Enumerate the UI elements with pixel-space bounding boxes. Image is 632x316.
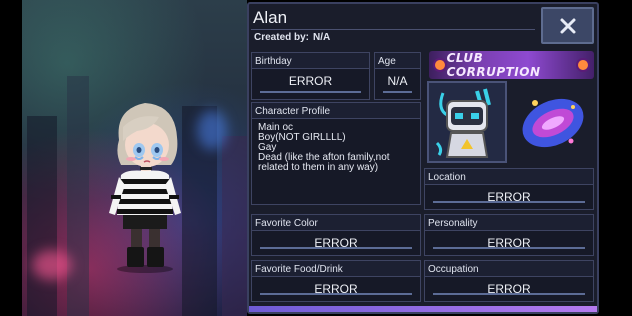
letterbox-left bbox=[0, 0, 22, 316]
personality-label: Personality bbox=[425, 215, 593, 231]
favorite-food-label: Favorite Food/Drink bbox=[252, 261, 420, 277]
club-emblem-icon bbox=[576, 58, 590, 72]
favorite-food-field: Favorite Food/Drink ERROR bbox=[251, 260, 421, 302]
character-profile-text: Main oc Boy(NOT GIRLLLL) Gay Dead (like … bbox=[258, 122, 390, 173]
age-field: Age N/A bbox=[374, 52, 421, 100]
location-label: Location bbox=[425, 169, 593, 185]
panel-bottom-accent bbox=[249, 306, 597, 312]
letterbox-right bbox=[610, 0, 632, 316]
field-underline bbox=[433, 247, 585, 249]
favorite-color-field: Favorite Color ERROR bbox=[251, 214, 421, 256]
field-underline bbox=[433, 293, 585, 295]
club-banner[interactable]: CLUB CORRUPTION bbox=[429, 51, 594, 79]
close-button[interactable] bbox=[541, 7, 594, 44]
birthday-label: Birthday bbox=[252, 53, 369, 69]
title-divider bbox=[251, 29, 535, 30]
location-field: Location ERROR bbox=[424, 168, 594, 210]
close-icon bbox=[560, 18, 575, 33]
portal-ring-icon bbox=[522, 98, 584, 148]
item-card[interactable] bbox=[513, 81, 593, 163]
club-name: CLUB CORRUPTION bbox=[446, 51, 541, 79]
birthday-field: Birthday ERROR bbox=[251, 52, 370, 100]
field-underline bbox=[260, 293, 412, 295]
character-avatar[interactable] bbox=[97, 95, 192, 275]
character-name: Alan bbox=[253, 8, 288, 27]
neon-glow bbox=[32, 250, 72, 280]
character-info-panel: Alan Created by: N/A Birthday ERROR Age … bbox=[247, 2, 599, 314]
occupation-field: Occupation ERROR bbox=[424, 260, 594, 302]
field-underline bbox=[260, 91, 361, 93]
neon-glow bbox=[197, 110, 227, 150]
character-profile-label: Character Profile bbox=[252, 103, 420, 119]
character-profile-field[interactable]: Character Profile Main oc Boy(NOT GIRLLL… bbox=[251, 102, 421, 205]
personality-field: Personality ERROR bbox=[424, 214, 594, 256]
background-building bbox=[67, 76, 89, 316]
background-building bbox=[222, 136, 247, 316]
favorite-color-label: Favorite Color bbox=[252, 215, 420, 231]
field-underline bbox=[383, 91, 412, 93]
club-emblem-icon bbox=[433, 58, 447, 72]
age-label: Age bbox=[375, 53, 420, 69]
robot-pet-icon bbox=[429, 83, 505, 161]
created-by-value: N/A bbox=[313, 32, 331, 43]
created-by: Created by: N/A bbox=[254, 32, 330, 43]
occupation-label: Occupation bbox=[425, 261, 593, 277]
created-by-label: Created by: bbox=[254, 32, 310, 43]
pet-card[interactable] bbox=[427, 81, 507, 163]
age-value: N/A bbox=[387, 74, 408, 88]
character-preview-scene bbox=[22, 0, 247, 316]
field-underline bbox=[260, 247, 412, 249]
birthday-value: ERROR bbox=[288, 74, 333, 88]
field-underline bbox=[433, 201, 585, 203]
background-building bbox=[27, 116, 57, 316]
